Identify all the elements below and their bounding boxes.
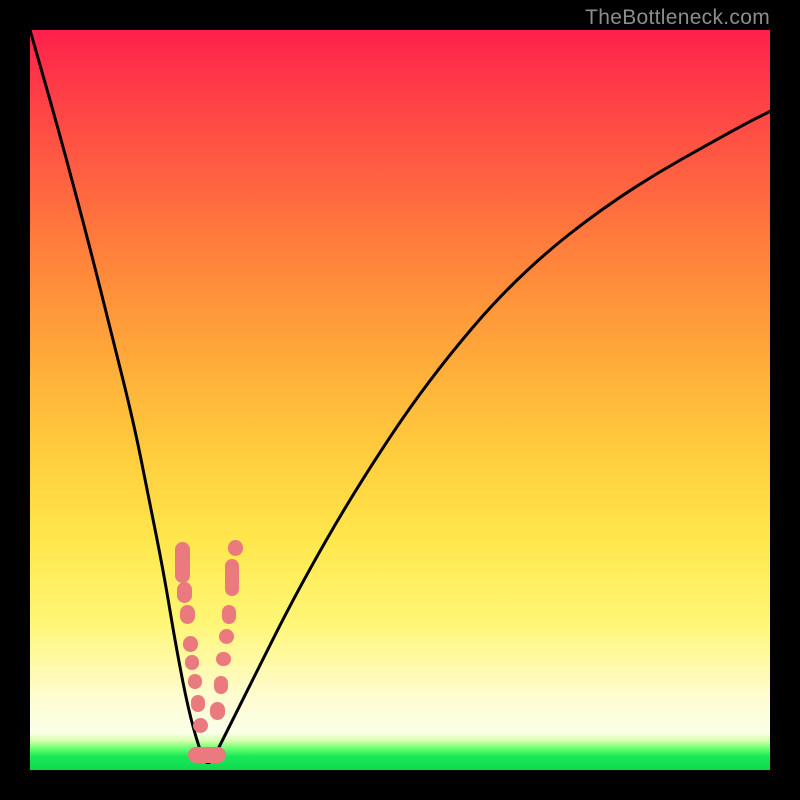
curve-bead: [210, 702, 225, 720]
curve-bead: [225, 559, 240, 596]
curve-bead: [202, 747, 226, 763]
curve-bead: [214, 676, 229, 694]
curve-bead: [193, 718, 208, 733]
curve-path: [30, 30, 770, 763]
watermark: TheBottleneck.com: [585, 6, 770, 30]
curve-bead: [177, 582, 192, 603]
curve-bead: [180, 605, 195, 624]
curve-bead: [222, 605, 237, 624]
curve-bead: [175, 542, 190, 583]
curve-bead: [188, 674, 203, 689]
bottleneck-curve: [30, 30, 770, 770]
chart-frame: TheBottleneck.com: [0, 0, 800, 800]
curve-bead: [191, 695, 206, 711]
plot-area: [30, 30, 770, 770]
curve-bead: [228, 540, 243, 556]
curve-bead: [183, 636, 198, 652]
